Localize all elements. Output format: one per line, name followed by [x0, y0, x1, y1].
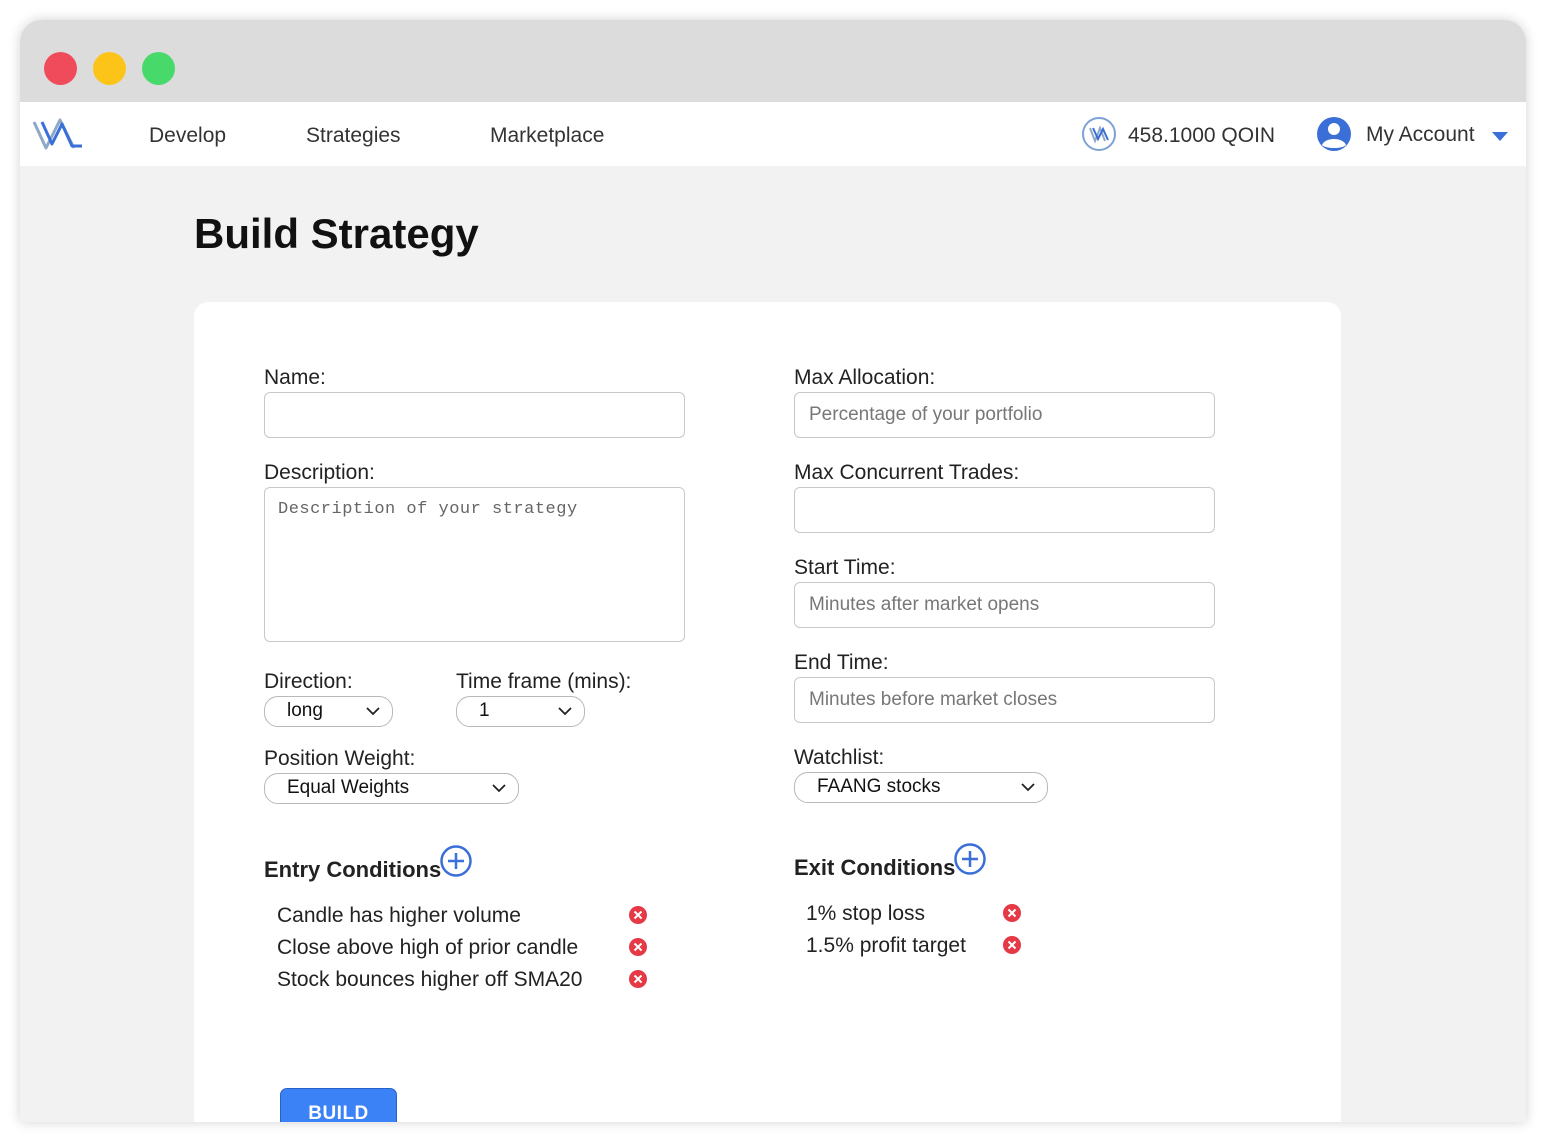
position-weight-label: Position Weight:	[264, 747, 416, 770]
top-navbar: Develop Strategies Marketplace 458.1000 …	[20, 102, 1526, 166]
my-account-menu[interactable]: My Account	[1366, 123, 1475, 147]
add-exit-condition-icon[interactable]	[953, 842, 987, 876]
exit-condition-item: 1% stop loss	[806, 902, 926, 925]
coin-balance: 458.1000 QOIN	[1128, 124, 1276, 147]
app-logo-icon[interactable]	[32, 116, 86, 152]
chevron-down-icon	[1021, 783, 1035, 792]
nav-strategies[interactable]: Strategies	[306, 124, 401, 148]
max-concurrent-label: Max Concurrent Trades:	[794, 461, 1020, 484]
remove-condition-icon[interactable]	[628, 937, 648, 957]
qoin-coin-icon	[1082, 117, 1116, 151]
close-window-button[interactable]	[44, 52, 77, 85]
max-concurrent-input[interactable]	[794, 487, 1215, 533]
timeframe-select[interactable]: 1	[456, 696, 585, 727]
remove-condition-icon[interactable]	[1002, 903, 1022, 923]
direction-label: Direction:	[264, 670, 353, 693]
watchlist-value: FAANG stocks	[817, 776, 941, 797]
strategy-form-card: Name: Description: Direction: long Time …	[194, 302, 1341, 1122]
direction-value: long	[287, 700, 323, 721]
nav-develop[interactable]: Develop	[149, 124, 226, 148]
position-weight-value: Equal Weights	[287, 777, 410, 798]
entry-condition-item: Candle has higher volume	[277, 904, 521, 927]
page-title: Build Strategy	[194, 210, 479, 257]
timeframe-label: Time frame (mins):	[456, 670, 632, 693]
nav-marketplace[interactable]: Marketplace	[490, 124, 604, 148]
entry-condition-item: Close above high of prior candle	[277, 936, 579, 959]
chevron-down-icon	[492, 784, 506, 793]
entry-condition-item: Stock bounces higher off SMA20	[277, 968, 583, 991]
minimize-window-button[interactable]	[93, 52, 126, 85]
description-label: Description:	[264, 461, 375, 484]
build-button[interactable]: BUILD	[280, 1088, 397, 1122]
exit-condition-item: 1.5% profit target	[806, 934, 966, 957]
caret-down-icon[interactable]	[1490, 130, 1510, 142]
window-titlebar	[20, 20, 1526, 102]
remove-condition-icon[interactable]	[628, 905, 648, 925]
app-window: Develop Strategies Marketplace 458.1000 …	[20, 20, 1526, 1122]
add-entry-condition-icon[interactable]	[439, 844, 473, 878]
remove-condition-icon[interactable]	[1002, 935, 1022, 955]
direction-select[interactable]: long	[264, 696, 393, 727]
entry-conditions-heading: Entry Conditions	[264, 857, 442, 882]
description-textarea[interactable]	[264, 487, 685, 642]
exit-conditions-heading: Exit Conditions	[794, 855, 956, 880]
watchlist-label: Watchlist:	[794, 746, 885, 769]
name-label: Name:	[264, 366, 326, 389]
timeframe-value: 1	[479, 700, 490, 721]
watchlist-select[interactable]: FAANG stocks	[794, 772, 1048, 803]
start-time-input[interactable]	[794, 582, 1215, 628]
max-allocation-input[interactable]	[794, 392, 1215, 438]
user-avatar-icon[interactable]	[1316, 116, 1352, 152]
maximize-window-button[interactable]	[142, 52, 175, 85]
remove-condition-icon[interactable]	[628, 969, 648, 989]
chevron-down-icon	[366, 707, 380, 716]
max-allocation-label: Max Allocation:	[794, 366, 936, 389]
end-time-label: End Time:	[794, 651, 889, 674]
start-time-label: Start Time:	[794, 556, 896, 579]
position-weight-select[interactable]: Equal Weights	[264, 773, 519, 804]
end-time-input[interactable]	[794, 677, 1215, 723]
name-input[interactable]	[264, 392, 685, 438]
chevron-down-icon	[558, 707, 572, 716]
